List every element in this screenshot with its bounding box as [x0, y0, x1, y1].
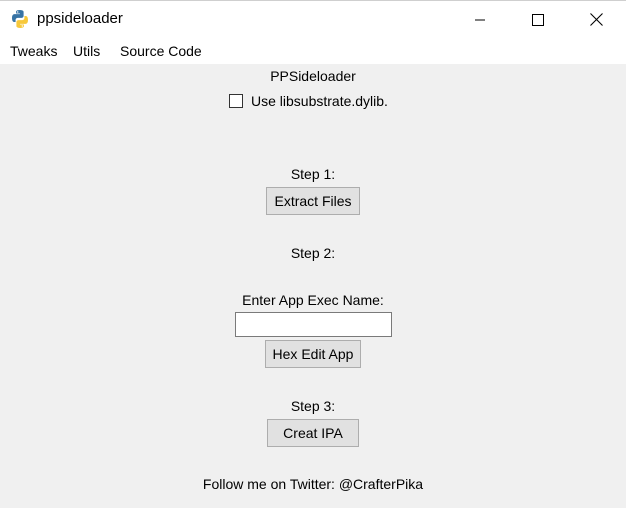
step2-label: Step 2:	[290, 245, 336, 261]
close-button[interactable]	[567, 1, 625, 38]
hex-edit-app-button[interactable]: Hex Edit App	[265, 340, 361, 368]
extract-files-button[interactable]: Extract Files	[266, 187, 360, 215]
create-ipa-button[interactable]: Creat IPA	[267, 419, 359, 447]
menu-bar: Tweaks Utils Source Code	[0, 38, 626, 64]
checkbox-label: Use libsubstrate.dylib.	[251, 93, 388, 109]
exec-name-label: Enter App Exec Name:	[242, 292, 384, 308]
minimize-button[interactable]	[451, 1, 509, 38]
footer-text: Follow me on Twitter: @CrafterPika	[202, 476, 424, 492]
app-window: ppsideloader Tweaks Utils Source Code PP…	[0, 0, 626, 508]
step3-label: Step 3:	[290, 398, 336, 414]
title-bar[interactable]: ppsideloader	[0, 0, 626, 38]
menu-item-source-code[interactable]: Source Code	[120, 43, 202, 59]
app-heading: PPSideloader	[270, 68, 356, 84]
window-title: ppsideloader	[37, 10, 123, 27]
menu-item-utils[interactable]: Utils	[73, 43, 100, 59]
minimize-icon	[475, 19, 485, 20]
maximize-icon	[532, 13, 544, 26]
checkbox-box[interactable]	[229, 94, 243, 108]
main-panel: PPSideloader Use libsubstrate.dylib. Ste…	[0, 64, 626, 508]
step1-label: Step 1:	[290, 166, 336, 182]
exec-name-input[interactable]	[235, 312, 392, 337]
libsubstrate-checkbox[interactable]: Use libsubstrate.dylib.	[229, 93, 388, 109]
menu-item-tweaks[interactable]: Tweaks	[10, 43, 57, 59]
python-icon	[10, 9, 30, 29]
maximize-button[interactable]	[509, 1, 567, 38]
close-icon	[589, 13, 603, 26]
